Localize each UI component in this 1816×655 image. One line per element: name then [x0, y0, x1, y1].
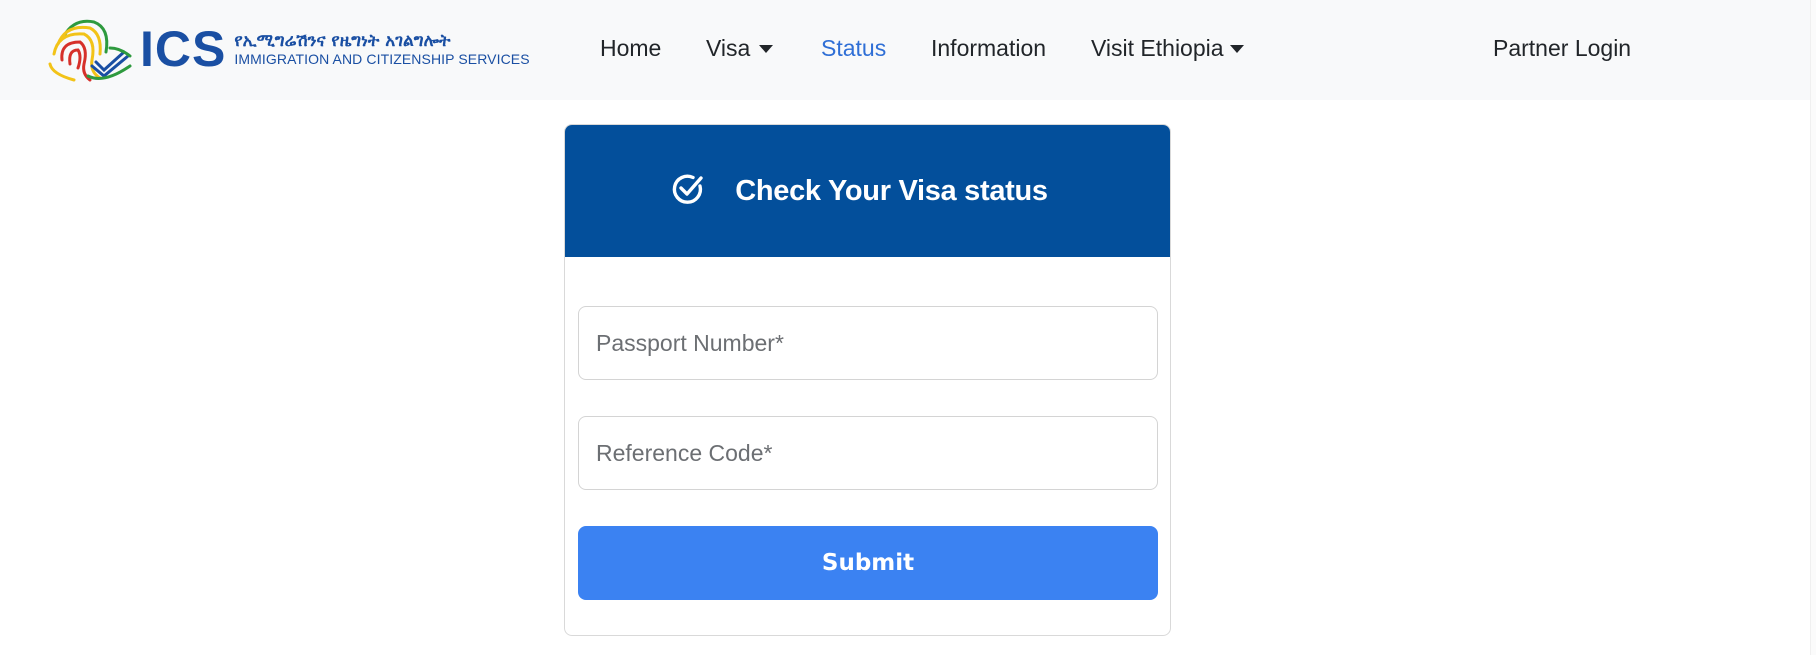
partner-login-link[interactable]: Partner Login	[1493, 34, 1631, 62]
nav-status[interactable]: Status	[821, 34, 886, 62]
circle-check-icon	[672, 174, 703, 204]
nav-status-label: Status	[821, 35, 887, 61]
fingerprint-logo-icon	[48, 19, 132, 82]
nav-home[interactable]: Home	[600, 34, 661, 62]
nav-information-label: Information	[931, 35, 1047, 61]
ics-logo[interactable]: ICS የኢሚግሬሽንና የዜግነት አገልግሎት IMMIGRATION AN…	[44, 14, 530, 84]
card-title: Check Your Visa status	[735, 174, 1048, 207]
caret-down-icon	[1229, 45, 1244, 53]
logo-amharic-name: የኢሚግሬሽንና የዜግነት አገልግሎት	[234, 31, 451, 51]
submit-button[interactable]: Submit	[578, 526, 1158, 600]
nav-visit-ethiopia-label: Visit Ethiopia	[1091, 35, 1224, 61]
logo-text: የኢሚግሬሽንና የዜግነት አገልግሎት IMMIGRATION AND CI…	[234, 31, 529, 67]
nav-visa-label: Visa	[706, 35, 751, 61]
nav-home-label: Home	[600, 35, 662, 61]
reference-code-input[interactable]	[578, 416, 1158, 490]
visa-status-card: Check Your Visa status Submit	[564, 124, 1171, 636]
passport-number-input[interactable]	[578, 306, 1158, 380]
nav-visit-ethiopia-dropdown[interactable]: Visit Ethiopia	[1091, 34, 1244, 62]
nav-information[interactable]: Information	[931, 34, 1046, 62]
partner-login-label: Partner Login	[1493, 35, 1632, 61]
caret-down-icon	[759, 45, 774, 53]
page-scrollbar[interactable]	[1810, 0, 1816, 655]
nav-visa-dropdown[interactable]: Visa	[706, 34, 774, 62]
logo-abbreviation: ICS	[140, 21, 227, 77]
logo-english-name: IMMIGRATION AND CITIZENSHIP SERVICES	[234, 51, 530, 67]
navbar: ICS የኢሚግሬሽንና የዜግነት አገልግሎት IMMIGRATION AN…	[0, 0, 1810, 100]
card-header: Check Your Visa status	[565, 125, 1170, 257]
